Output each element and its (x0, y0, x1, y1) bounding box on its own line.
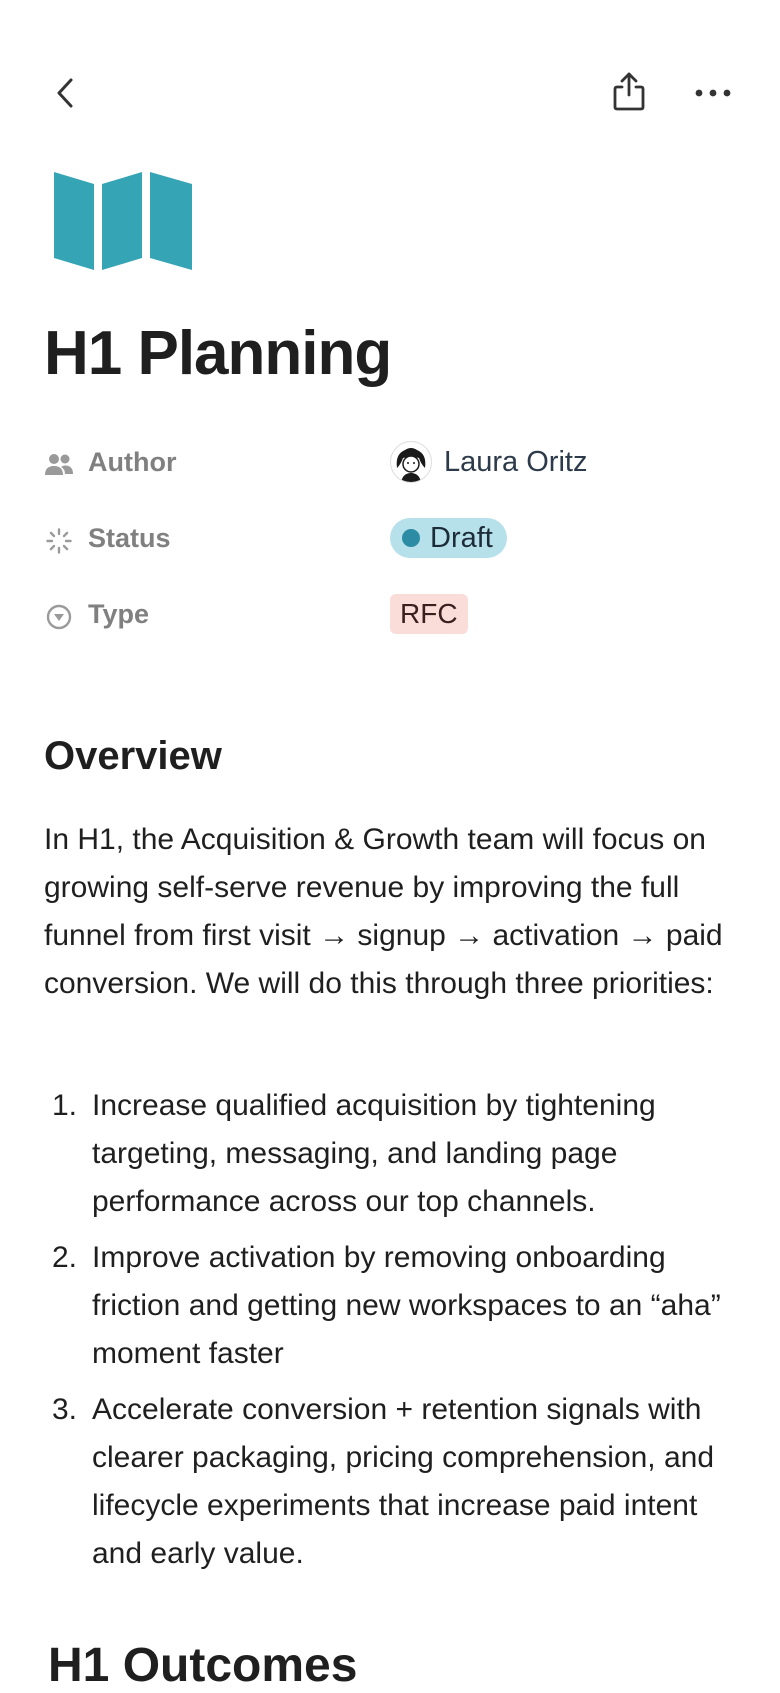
more-horizontal-icon (695, 89, 731, 97)
map-icon (54, 172, 192, 270)
status-text: Draft (430, 521, 493, 554)
more-button[interactable] (690, 72, 736, 114)
status-dot (402, 529, 420, 547)
share-button[interactable] (606, 68, 652, 114)
page-icon[interactable] (52, 170, 194, 270)
status-icon (44, 526, 74, 556)
share-icon (613, 72, 645, 111)
chevron-left-icon (57, 78, 73, 108)
author-value[interactable]: Laura Oritz (390, 440, 587, 484)
overview-heading: Overview (44, 734, 222, 778)
list-item-text: Improve activation by removing onboardin… (92, 1241, 721, 1370)
back-button[interactable] (44, 72, 86, 114)
status-value[interactable]: Draft (390, 516, 507, 560)
status-badge: Draft (390, 518, 507, 558)
property-status[interactable]: Status Draft (44, 516, 744, 592)
page-title: H1 Planning (44, 319, 392, 388)
list-number: 1. (52, 1089, 78, 1122)
type-badge: RFC (390, 594, 468, 634)
type-value[interactable]: RFC (390, 592, 468, 636)
property-label-author: Author (88, 447, 177, 477)
avatar (390, 441, 432, 483)
people-icon (44, 450, 74, 480)
property-label-type: Type (88, 599, 150, 629)
list-item[interactable]: 1. Increase qualified acquisition by tig… (44, 1082, 744, 1226)
list-item-text: Increase qualified acquisition by tighte… (92, 1089, 656, 1218)
priorities-list: 1. Increase qualified acquisition by tig… (44, 1082, 744, 1586)
list-item-text: Accelerate conversion + retention signal… (92, 1393, 715, 1570)
property-author[interactable]: Author Laura Oritz (44, 440, 744, 516)
type-text: RFC (400, 598, 458, 629)
list-item[interactable]: 3. Accelerate conversion + retention sig… (44, 1386, 744, 1578)
select-icon (44, 602, 74, 632)
properties: Author Laura Oritz Status Draft Type RFC (44, 440, 744, 668)
list-number: 2. (52, 1241, 78, 1274)
list-number: 3. (52, 1393, 78, 1426)
list-item[interactable]: 2. Improve activation by removing onboar… (44, 1234, 744, 1378)
overview-paragraph[interactable]: In H1, the Acquisition & Growth team wil… (44, 816, 744, 1008)
property-label-status: Status (88, 523, 171, 553)
top-bar (0, 0, 780, 180)
outcomes-heading: H1 Outcomes (48, 1639, 358, 1692)
author-name: Laura Oritz (444, 445, 588, 478)
property-type[interactable]: Type RFC (44, 592, 744, 668)
